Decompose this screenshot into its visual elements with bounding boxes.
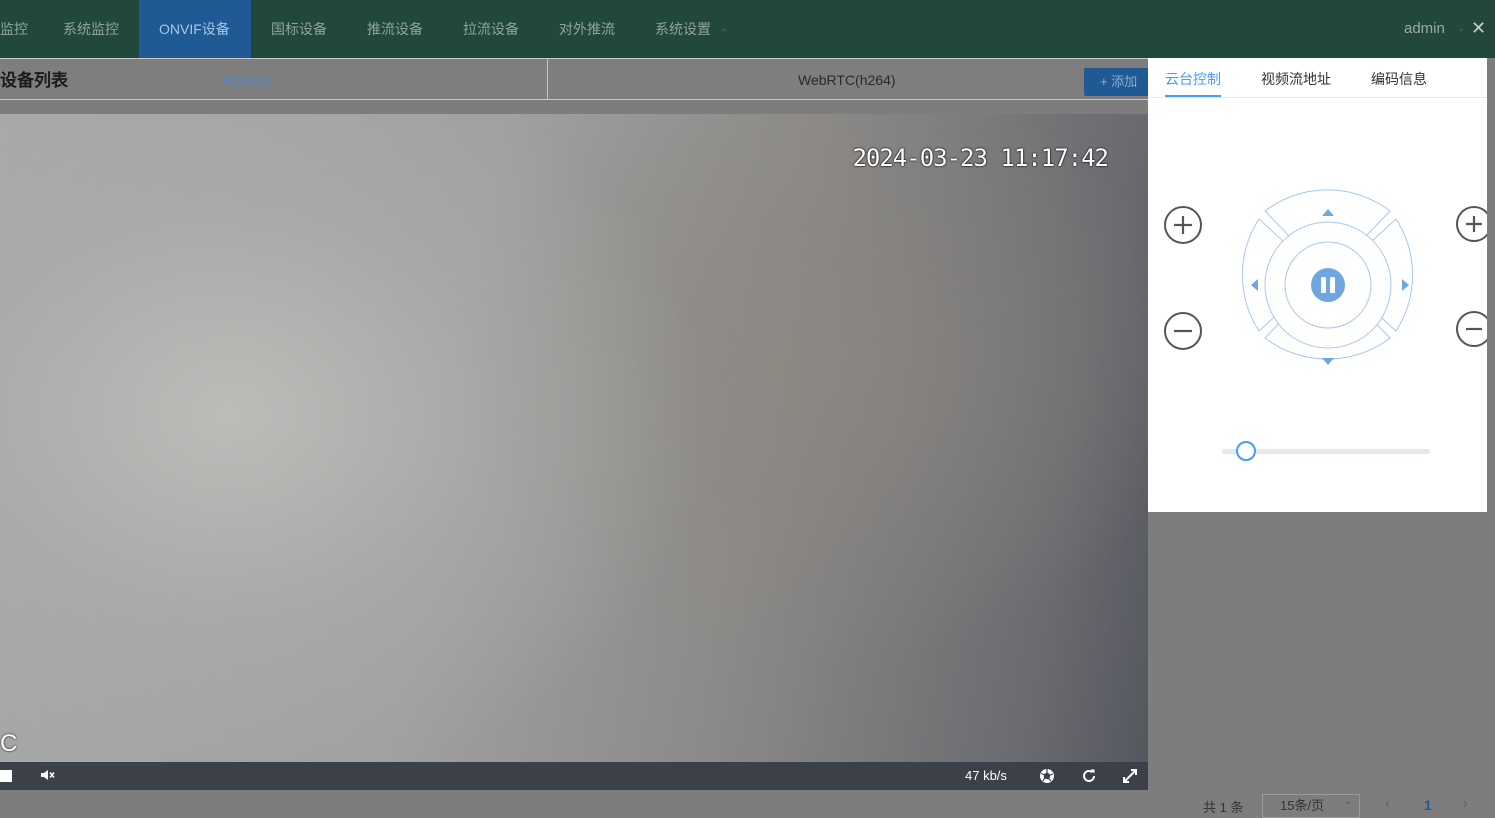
osd-corner-text: C <box>0 730 18 757</box>
focus-in-icon[interactable] <box>1456 206 1487 242</box>
close-icon[interactable]: ✕ <box>1471 0 1486 58</box>
zoom-in-icon[interactable] <box>1164 206 1202 244</box>
tab-active-indicator <box>1165 95 1221 97</box>
nav-item-system-monitor[interactable]: 系统监控 <box>63 0 119 58</box>
tab-ptz-control[interactable]: 云台控制 <box>1165 58 1221 98</box>
tab-webrtc-h264[interactable]: WebRTC(h264) <box>798 59 896 99</box>
zoom-out-icon[interactable] <box>1164 312 1202 350</box>
tab-underline <box>1148 97 1487 98</box>
ptz-control-pad <box>1164 189 1487 365</box>
chevron-down-icon: ⌄ <box>720 23 729 34</box>
fullscreen-icon[interactable] <box>1121 767 1139 785</box>
nav-item-gb-device[interactable]: 国标设备 <box>271 0 327 58</box>
pause-icon[interactable] <box>1311 268 1345 302</box>
top-nav: 监控 系统监控 ONVIF设备 国标设备 推流设备 拉流设备 对外推流 系统设置… <box>0 0 1495 58</box>
nav-item-external-push[interactable]: 对外推流 <box>559 0 615 58</box>
tab-stream-url[interactable]: 视频流地址 <box>1261 58 1331 98</box>
refresh-icon[interactable] <box>1080 767 1098 785</box>
page-number[interactable]: 1 <box>1424 797 1432 813</box>
arrow-down-icon <box>1322 358 1334 365</box>
pagination-total: 共 1 条 <box>1203 800 1244 815</box>
mute-icon[interactable] <box>40 767 56 783</box>
chevron-down-icon: ⌄ <box>1344 796 1353 807</box>
ptz-panel: 云台控制 视频流地址 编码信息 <box>1148 58 1487 512</box>
tab-flv-ws[interactable]: FLV(ws) <box>222 59 273 99</box>
next-page-icon[interactable]: › <box>1463 795 1468 811</box>
tab-codec-info[interactable]: 编码信息 <box>1371 58 1427 98</box>
nav-item-push-device[interactable]: 推流设备 <box>367 0 423 58</box>
tab-divider <box>547 59 548 99</box>
slider-thumb[interactable] <box>1236 441 1256 461</box>
chevron-down-icon: ⌄ <box>1457 23 1466 34</box>
add-button[interactable]: + 添加 <box>1084 68 1148 96</box>
nav-item-onvif[interactable]: ONVIF设备 <box>139 0 251 58</box>
screenshot-icon[interactable] <box>1038 767 1056 785</box>
osd-timestamp: 2024-03-23 11:17:42 <box>852 144 1109 172</box>
user-menu[interactable]: admin <box>1404 0 1445 58</box>
bitrate-readout: 47 kb/s <box>965 768 1007 783</box>
player-controls: 47 kb/s <box>0 762 1148 790</box>
nav-item-system-settings[interactable]: 系统设置 <box>655 0 711 58</box>
stop-icon[interactable] <box>0 770 12 782</box>
video-player[interactable]: 2024-03-23 11:17:42 C <box>0 114 1148 762</box>
device-list-header: 设备列表 FLV(ws) WebRTC(h264) + 添加 <box>0 58 1148 100</box>
nav-item-pull-device[interactable]: 拉流设备 <box>463 0 519 58</box>
nav-item-monitor[interactable]: 监控 <box>0 0 28 58</box>
page-title: 设备列表 <box>0 71 68 90</box>
focus-out-icon[interactable] <box>1456 311 1487 347</box>
prev-page-icon[interactable]: ‹ <box>1385 795 1390 811</box>
